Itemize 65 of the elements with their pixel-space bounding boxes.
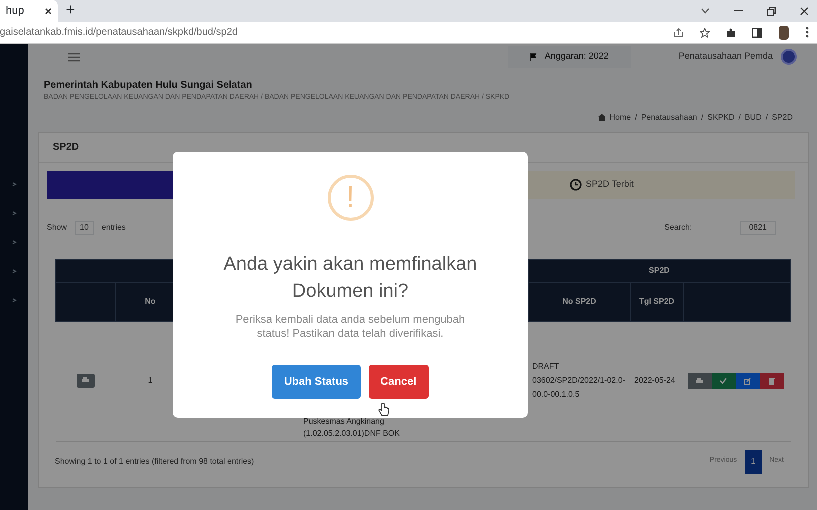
url-field[interactable]: gaiselatankab.fmis.id/penatausahaan/skpkd/bud/sp2d xyxy=(0,25,238,40)
edit-icon xyxy=(744,378,751,384)
card-title: SP2D xyxy=(53,140,80,154)
table-cell-text: Puskesmas Angkinang (1.02.05.2.03.01)DNF BOK xyxy=(304,416,401,440)
column-header[interactable]: No SP2D xyxy=(562,296,596,306)
warning-icon: ! xyxy=(328,175,374,221)
chevron-icon[interactable] xyxy=(12,240,16,245)
chevron-icon[interactable] xyxy=(12,269,16,274)
entries-select[interactable]: 10 xyxy=(75,220,94,234)
breadcrumb-link[interactable]: Home xyxy=(610,112,632,124)
confirm-button[interactable]: Ubah Status xyxy=(272,365,361,399)
print-button[interactable] xyxy=(76,374,94,388)
show-label: Show xyxy=(47,222,68,234)
avatar-icon[interactable] xyxy=(778,26,790,40)
entries-label: entries xyxy=(102,222,126,234)
chevron-icon[interactable] xyxy=(12,211,16,216)
table-cell-text: DRAFT 03602/SP2D/2022/1-02.0-00.0-00.1.0.5 xyxy=(532,361,626,401)
edit-button[interactable] xyxy=(736,373,760,389)
chevron-icon[interactable] xyxy=(12,182,16,187)
search-field[interactable]: 0821 xyxy=(740,220,776,234)
browser-tab[interactable]: hup xyxy=(0,0,58,22)
star-icon[interactable] xyxy=(700,28,710,38)
breadcrumb-link[interactable]: BUD xyxy=(744,112,762,124)
table-cell: 1 xyxy=(148,376,153,385)
chevron-down-icon[interactable] xyxy=(701,8,710,14)
breadcrumb-link[interactable]: Penatausahaan xyxy=(641,112,698,124)
printer-icon xyxy=(82,377,89,384)
dialog-title: Anda yakin akan memfinalkan Dokumen ini? xyxy=(222,253,478,304)
table-cell-text: 2022-05-24 xyxy=(634,375,676,387)
home-icon xyxy=(598,114,606,121)
close-icon[interactable] xyxy=(800,6,809,16)
tab-title: hup xyxy=(6,4,24,19)
breadcrumb-separator: / xyxy=(701,112,704,124)
restore-icon[interactable] xyxy=(767,6,776,16)
flag-icon xyxy=(530,53,537,61)
column-header: SP2D xyxy=(528,259,790,282)
trash-icon xyxy=(768,378,774,384)
column-header[interactable]: No xyxy=(145,296,156,306)
check-button[interactable] xyxy=(712,373,736,389)
dialog-message: Periksa kembali data anda sebelum mengubah status! Pastikan data telah diverifikasi. xyxy=(234,313,466,341)
clock-icon xyxy=(570,178,582,190)
sidebar-icon[interactable] xyxy=(752,28,762,38)
table-info: Showing 1 to 1 of 1 entries (filtered from 98 total entries) xyxy=(55,456,254,468)
year-button[interactable]: Anggaran: 2022 xyxy=(508,46,631,68)
breadcrumb-separator: / xyxy=(766,112,768,124)
chevron-icon[interactable] xyxy=(12,298,16,303)
user-role[interactable]: Penatausahaan Pemda xyxy=(678,50,773,64)
print-button[interactable] xyxy=(688,373,712,389)
new-tab-button[interactable]: + xyxy=(66,0,76,23)
page-title: Pemerintah Kabupaten Hulu Sungai Selatan xyxy=(44,79,254,93)
close-icon[interactable] xyxy=(45,8,52,14)
column-header[interactable]: Tgl SP2D xyxy=(639,296,675,306)
delete-button[interactable] xyxy=(760,373,784,389)
breadcrumb-link[interactable]: SKPKD xyxy=(708,112,735,124)
printer-icon xyxy=(696,378,703,384)
menu-icon[interactable] xyxy=(806,27,809,38)
share-icon[interactable] xyxy=(674,28,684,38)
check-icon xyxy=(720,378,727,384)
cancel-button[interactable]: Cancel xyxy=(368,365,429,399)
user-avatar[interactable] xyxy=(781,49,797,65)
search-label: Search: xyxy=(664,222,692,234)
breadcrumb-separator: / xyxy=(635,112,638,124)
minimize-icon[interactable] xyxy=(734,10,743,12)
breadcrumb-separator: / xyxy=(738,112,741,124)
page-link[interactable]: 1 xyxy=(745,450,762,474)
